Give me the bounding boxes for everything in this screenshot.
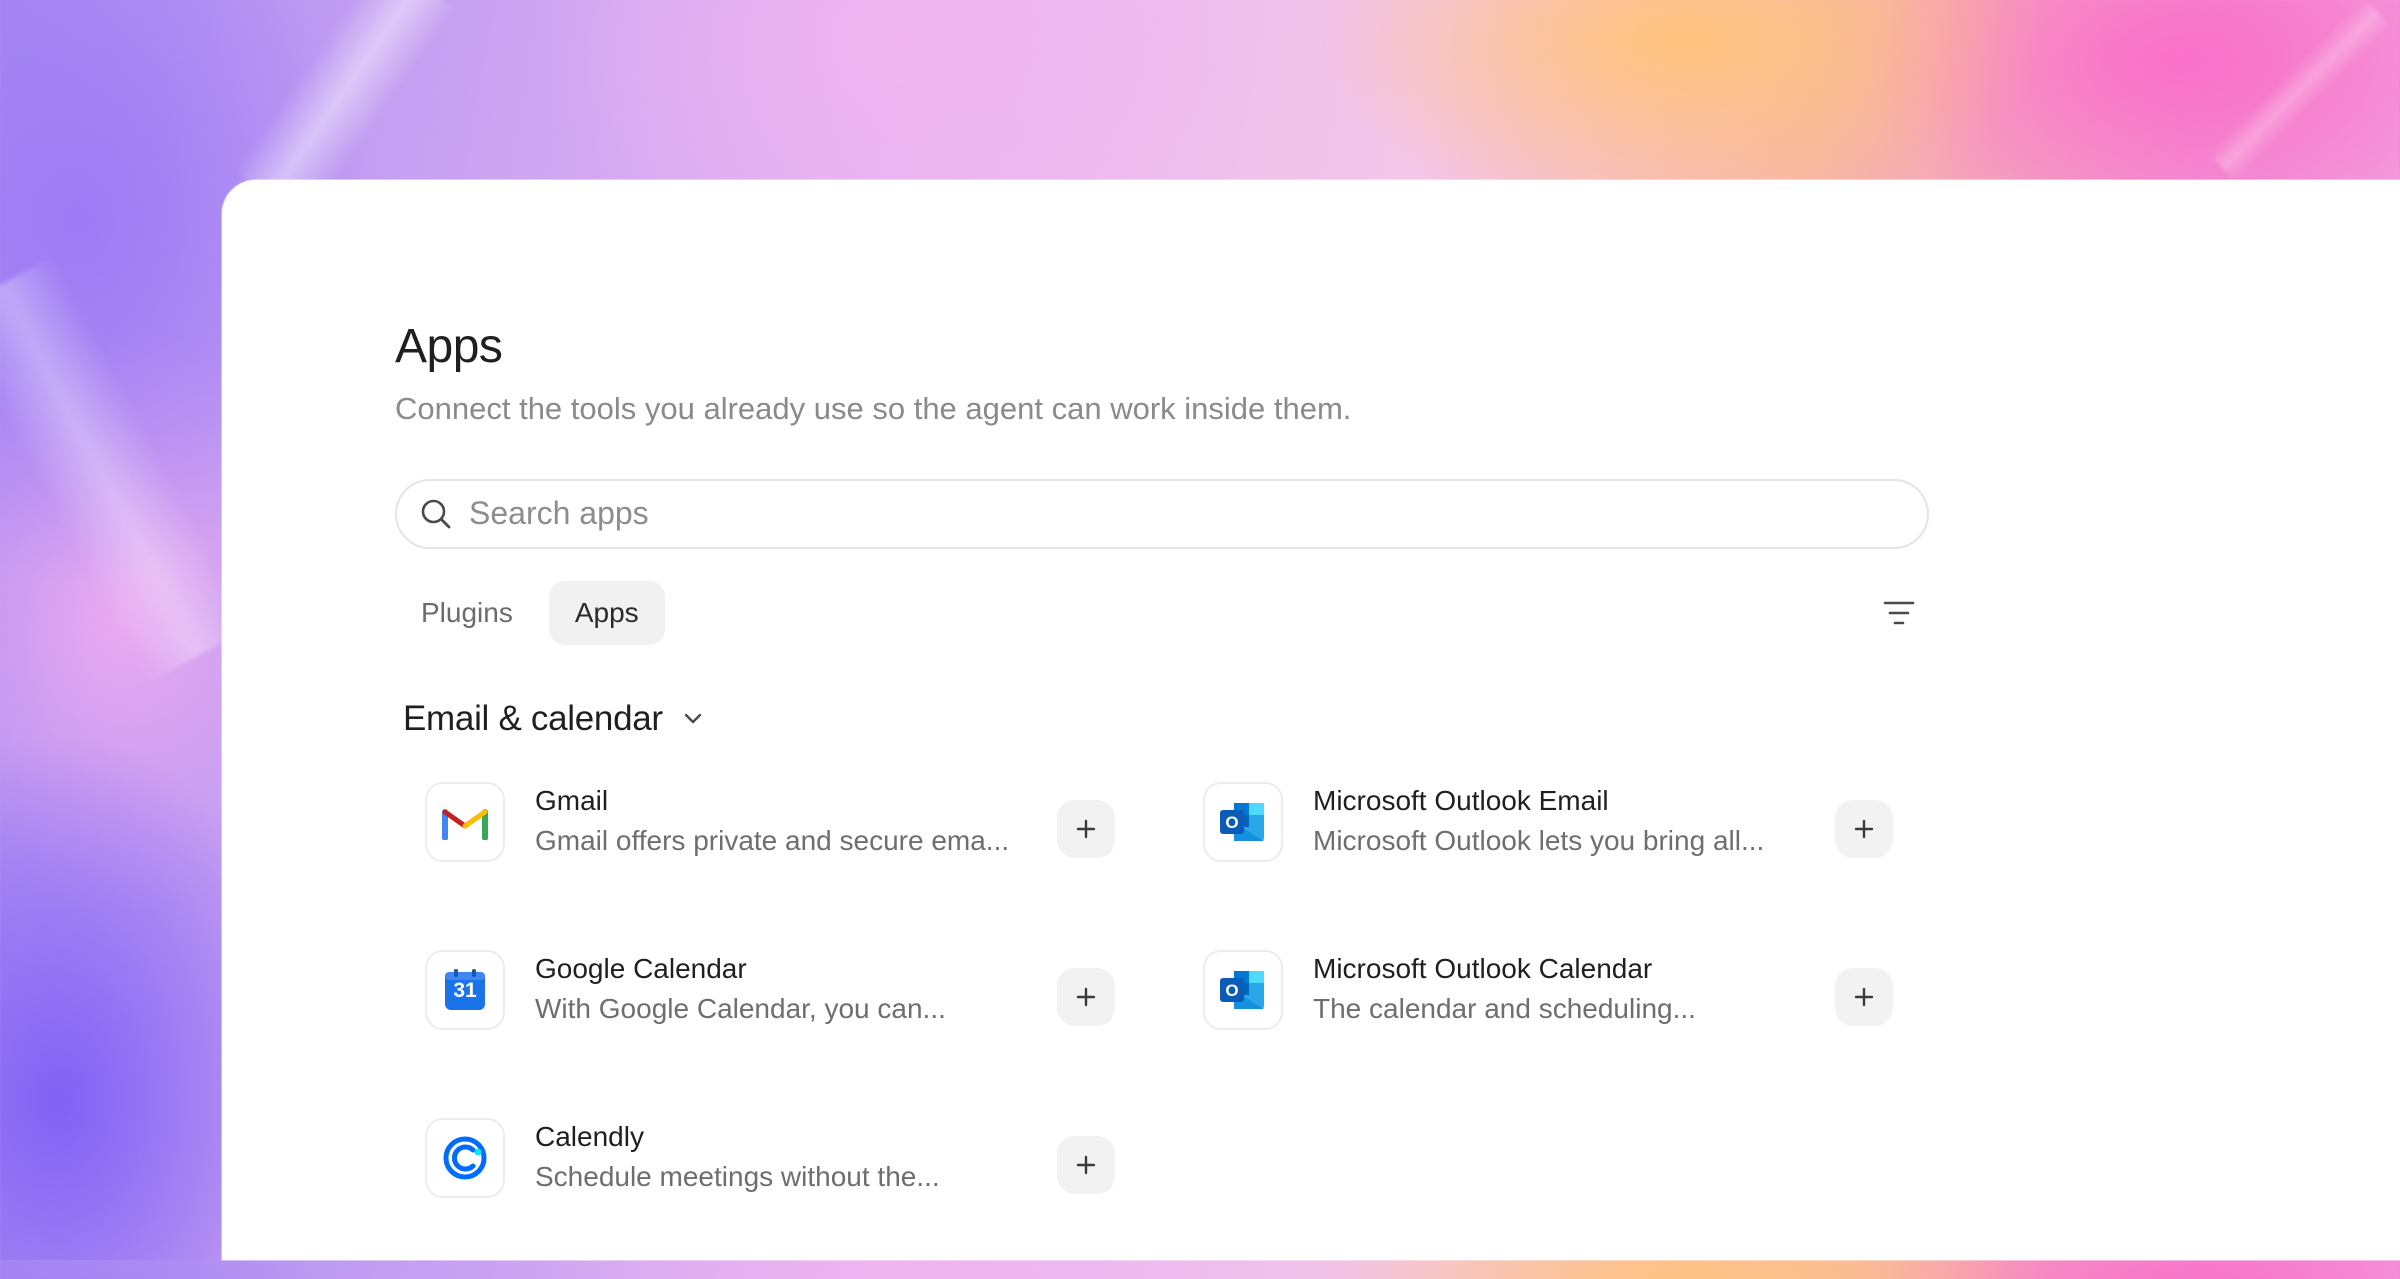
google-calendar-icon: 31 <box>443 968 487 1012</box>
app-description: Schedule meetings without the... <box>535 1161 940 1193</box>
app-description: Gmail offers private and secure ema... <box>535 825 1010 857</box>
app-card-google-calendar[interactable]: 31 Google Calendar With Google Calendar,… <box>425 947 1115 1033</box>
app-card-outlook-email[interactable]: O Microsoft Outlook Email Microsoft Outl… <box>1203 779 1893 865</box>
svg-text:O: O <box>1225 981 1238 1000</box>
page-subtitle: Connect the tools you already use so the… <box>395 390 1352 426</box>
calendly-logo <box>425 1117 505 1198</box>
search-input[interactable] <box>467 494 1871 534</box>
svg-text:O: O <box>1225 813 1238 832</box>
tab-plugins[interactable]: Plugins <box>395 581 539 645</box>
plus-icon <box>1075 1154 1097 1176</box>
add-outlook-calendar-button[interactable] <box>1835 967 1893 1026</box>
add-google-calendar-button[interactable] <box>1057 967 1115 1026</box>
app-card-gmail[interactable]: Gmail Gmail offers private and secure em… <box>425 779 1115 865</box>
add-calendly-button[interactable] <box>1057 1135 1115 1194</box>
add-gmail-button[interactable] <box>1057 799 1115 858</box>
outlook-email-logo: O <box>1203 781 1283 862</box>
add-outlook-email-button[interactable] <box>1835 799 1893 858</box>
app-card-outlook-calendar[interactable]: O Microsoft Outlook Calendar The calenda… <box>1203 947 1893 1033</box>
tabs-row: Plugins Apps <box>395 580 1929 645</box>
section-title: Email & calendar <box>403 698 663 738</box>
app-name: Microsoft Outlook Calendar <box>1313 953 1653 985</box>
app-name: Gmail <box>535 785 609 817</box>
plus-icon <box>1075 986 1097 1008</box>
plus-icon <box>1075 818 1097 840</box>
search-bar[interactable] <box>395 478 1929 549</box>
outlook-icon: O <box>1218 799 1268 845</box>
tab-apps[interactable]: Apps <box>548 580 665 645</box>
app-name: Microsoft Outlook Email <box>1313 785 1609 817</box>
plus-icon <box>1853 986 1875 1008</box>
app-description: Microsoft Outlook lets you bring all... <box>1313 825 1765 857</box>
apps-grid: Gmail Gmail offers private and secure em… <box>395 779 1929 1279</box>
search-icon <box>419 497 453 531</box>
chevron-down-icon <box>681 707 705 731</box>
calendly-icon <box>442 1135 488 1181</box>
calendar-day-number: 31 <box>453 978 477 1002</box>
app-description: The calendar and scheduling... <box>1313 993 1696 1025</box>
app-card-calendly[interactable]: Calendly Schedule meetings without the..… <box>425 1115 1115 1201</box>
app-name: Calendly <box>535 1121 644 1153</box>
app-name: Google Calendar <box>535 953 747 985</box>
gmail-icon <box>442 804 488 840</box>
google-calendar-logo: 31 <box>425 949 505 1030</box>
filter-icon <box>1883 600 1915 626</box>
outlook-calendar-logo: O <box>1203 949 1283 1030</box>
plus-icon <box>1853 818 1875 840</box>
apps-content: Apps Connect the tools you already use s… <box>395 318 1929 1279</box>
filter-button[interactable] <box>1879 593 1919 633</box>
page-title: Apps <box>395 320 503 373</box>
apps-panel: Apps Connect the tools you already use s… <box>222 180 2400 1260</box>
section-header-email-calendar[interactable]: Email & calendar <box>403 699 1929 739</box>
outlook-icon: O <box>1218 967 1268 1013</box>
gmail-logo <box>425 781 505 862</box>
app-description: With Google Calendar, you can... <box>535 993 946 1025</box>
